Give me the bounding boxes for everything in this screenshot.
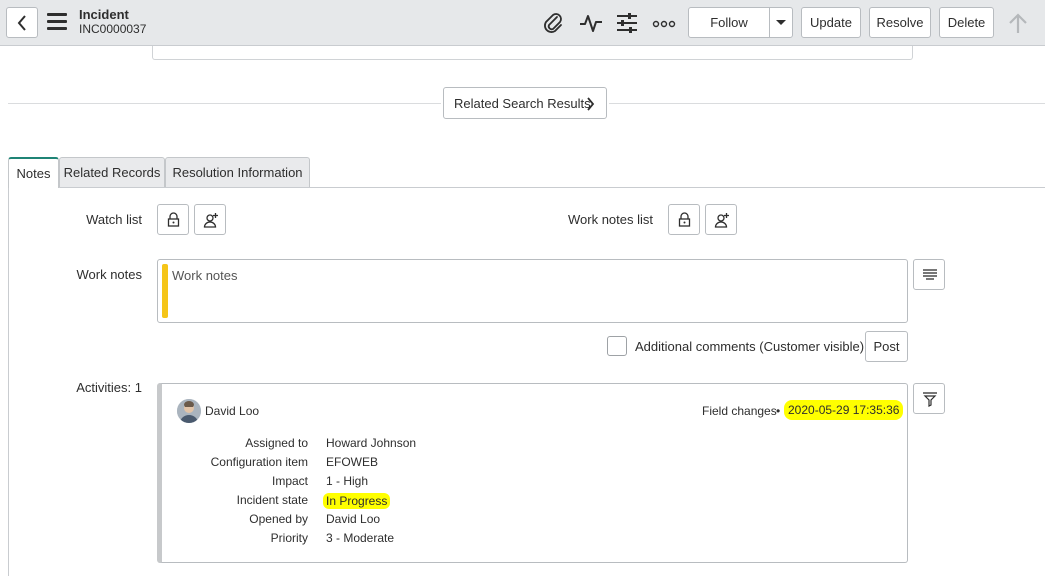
watch-list-add-user-button[interactable]: [194, 204, 226, 235]
additional-comments-label: Additional comments (Customer visible): [635, 339, 865, 354]
additional-comments-checkbox[interactable]: [607, 336, 627, 356]
add-user-icon: [714, 213, 729, 228]
list-template-icon: [923, 269, 937, 280]
work-notes-template-button[interactable]: [913, 259, 945, 290]
field-value: 3 - Moderate: [326, 531, 395, 545]
follow-button-group: Follow: [688, 7, 793, 38]
hamburger-menu-icon[interactable]: [47, 13, 67, 31]
field-change-row: Opened by David Loo: [162, 512, 908, 531]
update-button[interactable]: Update: [801, 7, 861, 38]
field-name: Priority: [270, 531, 308, 545]
previous-form-section: [152, 46, 913, 60]
caret-down-icon: [776, 20, 786, 25]
field-name: Incident state: [236, 493, 308, 507]
settings-sliders-icon[interactable]: [615, 11, 639, 35]
activities-label: Activities: 1: [76, 380, 142, 395]
field-value: Howard Johnson: [326, 436, 417, 450]
field-change-row: Incident state In Progress: [162, 493, 908, 512]
activity-filter-button[interactable]: [913, 383, 945, 414]
activity-entry: David Loo Field changes • 2020-05-29 17:…: [157, 383, 908, 563]
follow-dropdown-button[interactable]: [769, 8, 792, 37]
watch-list-lock-button[interactable]: [157, 204, 189, 235]
chevron-right-icon: [587, 97, 595, 111]
avatar: [177, 399, 201, 423]
field-change-row: Assigned to Howard Johnson: [162, 436, 908, 455]
work-notes-list-lock-button[interactable]: [668, 204, 700, 235]
tab-notes[interactable]: Notes: [8, 157, 59, 188]
activity-author[interactable]: David Loo: [205, 404, 259, 418]
back-button[interactable]: [6, 7, 38, 38]
tab-resolution-information[interactable]: Resolution Information: [165, 157, 310, 187]
chevron-left-icon: [17, 15, 26, 31]
field-value: David Loo: [326, 512, 381, 526]
divider-right: [609, 103, 1045, 104]
related-search-results-label: Related Search Results: [454, 95, 591, 111]
follow-button[interactable]: Follow: [689, 8, 769, 37]
activity-type: Field changes: [702, 404, 777, 418]
filter-icon: [923, 392, 937, 407]
work-notes-list-label: Work notes list: [567, 212, 653, 227]
divider-left: [8, 103, 441, 104]
field-change-row: Impact 1 - High: [162, 474, 908, 493]
more-options-icon[interactable]: [652, 11, 676, 35]
work-notes-label: Work notes: [76, 267, 142, 282]
lock-icon: [678, 212, 691, 227]
tab-related-records[interactable]: Related Records: [59, 157, 165, 187]
related-search-results-button[interactable]: Related Search Results: [443, 87, 607, 119]
post-button[interactable]: Post: [865, 331, 908, 362]
record-title: Incident: [79, 7, 129, 22]
field-name: Assigned to: [245, 436, 308, 450]
arrow-up-icon[interactable]: [1006, 12, 1030, 36]
work-notes-indicator-bar: [162, 264, 168, 318]
add-user-icon: [203, 213, 218, 228]
record-number: INC0000037: [79, 22, 147, 36]
activity-pulse-icon[interactable]: [579, 11, 603, 35]
field-name: Configuration item: [210, 455, 308, 469]
field-name: Opened by: [249, 512, 308, 526]
field-value: 1 - High: [326, 474, 369, 488]
field-value: EFOWEB: [326, 455, 379, 469]
resolve-button[interactable]: Resolve: [869, 7, 931, 38]
activity-separator: •: [776, 404, 781, 418]
watch-list-label: Watch list: [86, 212, 142, 227]
work-notes-list-add-user-button[interactable]: [705, 204, 737, 235]
field-change-row: Configuration item EFOWEB: [162, 455, 908, 474]
delete-button[interactable]: Delete: [939, 7, 994, 38]
work-notes-textarea[interactable]: Work notes: [157, 259, 908, 323]
field-name: Impact: [271, 474, 308, 488]
lock-icon: [167, 212, 180, 227]
paperclip-icon[interactable]: [541, 11, 565, 35]
work-notes-placeholder: Work notes: [172, 268, 238, 283]
form-header: Incident INC0000037 Follow Update Resolv…: [0, 0, 1045, 46]
activity-timestamp: 2020-05-29 17:35:36: [784, 400, 904, 420]
field-value-highlighted: In Progress: [323, 493, 391, 509]
field-change-row: Priority 3 - Moderate: [162, 531, 908, 550]
